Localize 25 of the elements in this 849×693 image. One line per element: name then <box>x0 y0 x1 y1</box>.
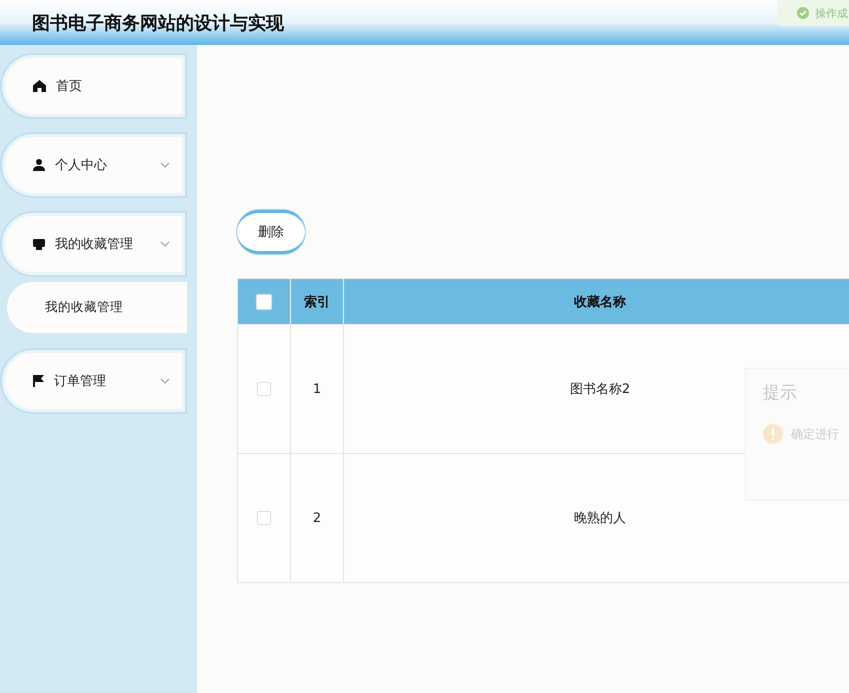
flag-icon <box>33 375 44 387</box>
column-header: 收藏名称 <box>344 278 849 324</box>
table-cell: 晚熟的人 <box>344 454 849 582</box>
success-toast: 操作成 <box>777 0 849 26</box>
chevron-icon <box>160 378 170 384</box>
table-cell: 2 <box>290 454 344 582</box>
sidebar-item[interactable]: 我的收藏管理 <box>2 213 185 275</box>
sidebar-item[interactable]: 首页 <box>2 55 185 117</box>
user-icon <box>33 159 45 171</box>
checkbox[interactable] <box>256 294 272 310</box>
column-header: 索引 <box>290 278 344 324</box>
checkbox[interactable] <box>257 510 271 525</box>
home-icon <box>33 80 46 92</box>
warning-icon <box>763 424 783 444</box>
chevron-icon <box>160 162 170 168</box>
sidebar-item[interactable]: 个人中心 <box>2 134 185 196</box>
checkbox[interactable] <box>257 382 271 396</box>
table-cell: 1 <box>290 324 344 454</box>
check-circle-icon <box>797 7 809 19</box>
delete-button[interactable]: 删除 <box>237 210 305 254</box>
submenu-item[interactable]: 我的收藏管理 <box>7 282 187 333</box>
site-title: 图书电子商务网站的设计与实现 <box>32 12 284 34</box>
chevron-icon <box>160 241 170 247</box>
tray-icon <box>33 238 45 250</box>
sidebar-item[interactable]: 订单管理 <box>2 350 185 412</box>
